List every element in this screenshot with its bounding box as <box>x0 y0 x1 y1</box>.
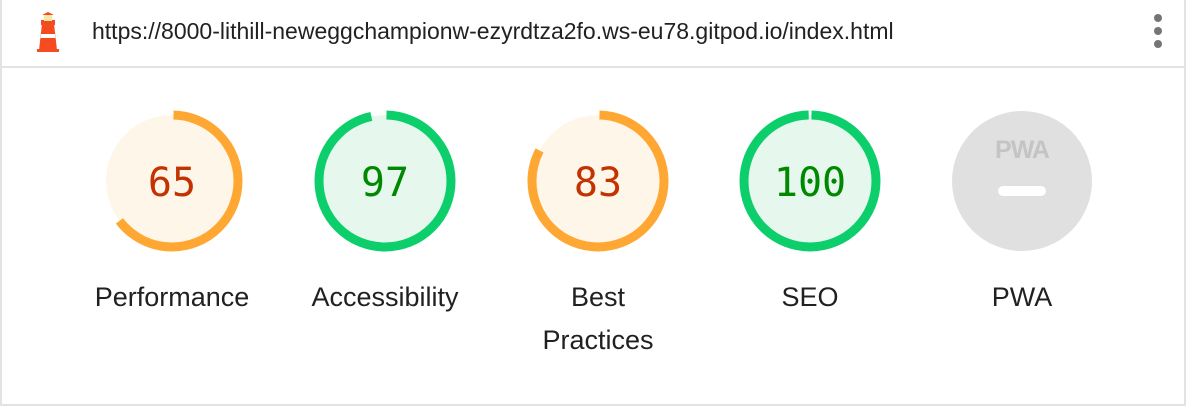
pwa-badge-text: PWA <box>995 136 1050 164</box>
score-gauges: 65 Performance 97 Accessibility 83 Best … <box>2 66 1184 404</box>
gauge-accessibility[interactable]: 97 Accessibility <box>285 108 485 319</box>
gauge-performance[interactable]: 65 Performance <box>72 108 272 319</box>
gauge-score: 100 <box>774 160 846 206</box>
gauge-label: PWA <box>991 282 1053 312</box>
vertical-dots-icon[interactable] <box>1147 12 1169 52</box>
gauge-seo-ring: 100 <box>739 110 881 252</box>
gauge-pwa[interactable]: PWA PWA <box>922 108 1122 319</box>
gauge-label: SEO <box>781 282 839 312</box>
gauge-label: Performance <box>94 282 250 312</box>
gauge-performance-ring: 65 <box>101 110 243 252</box>
gauge-best-practices[interactable]: 83 Best Practices <box>498 108 698 362</box>
gauge-score: 83 <box>574 160 622 206</box>
gauge-label: Best Practices <box>542 282 654 355</box>
gauge-best-practices-ring: 83 <box>527 110 669 252</box>
report-topbar: https://8000-lithill-neweggchampionw-ezy… <box>2 0 1184 68</box>
lighthouse-icon <box>37 12 59 52</box>
pwa-badge-icon: PWA <box>952 111 1092 251</box>
page-url[interactable]: https://8000-lithill-neweggchampionw-ezy… <box>92 16 894 46</box>
gauge-score: 65 <box>148 160 196 206</box>
pwa-badge-circle <box>952 111 1092 251</box>
gauge-label: Accessibility <box>311 282 459 312</box>
gauge-seo[interactable]: 100 SEO <box>710 108 910 319</box>
gauge-score: 97 <box>361 160 409 206</box>
pwa-dash <box>998 186 1046 196</box>
gauge-accessibility-ring: 97 <box>314 110 456 252</box>
report-frame: https://8000-lithill-neweggchampionw-ezy… <box>0 0 1186 406</box>
